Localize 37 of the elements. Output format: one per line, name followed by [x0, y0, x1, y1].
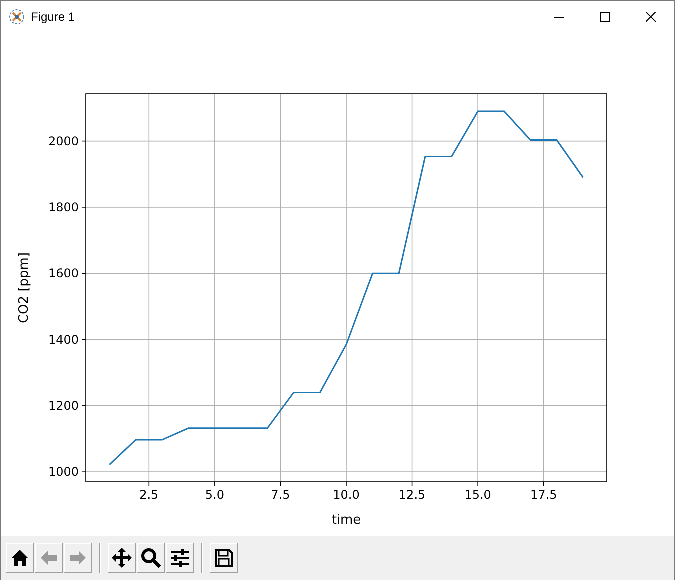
axis-label: time — [332, 513, 362, 528]
sliders-button[interactable] — [166, 543, 194, 573]
move-button[interactable] — [108, 543, 136, 573]
floppy-disk-button[interactable] — [210, 543, 238, 573]
move-icon — [111, 547, 133, 569]
tick-mark — [82, 273, 86, 274]
tick-label: 1200 — [48, 398, 79, 413]
axis-label: CO2 [ppm] — [17, 252, 32, 324]
tick-mark — [412, 482, 413, 486]
tick-label: 1400 — [48, 332, 79, 347]
tick-mark — [543, 482, 544, 486]
tick-label: 1800 — [48, 200, 79, 214]
search-icon — [140, 547, 162, 569]
tick-mark — [280, 482, 282, 486]
tick-label: 1000 — [48, 465, 79, 480]
tick-mark — [82, 339, 86, 340]
tick-label: 7.5 — [271, 488, 290, 502]
maximize-icon — [600, 12, 610, 22]
tick-label: 5.0 — [205, 488, 224, 502]
window-title: Figure 1 — [31, 9, 76, 26]
tick-mark — [82, 140, 86, 142]
tick-mark — [148, 482, 150, 486]
tick-mark — [214, 482, 216, 486]
home-button[interactable] — [6, 543, 34, 573]
tick-label: 2.5 — [140, 488, 159, 502]
tick-label: 10.0 — [333, 488, 360, 502]
close-icon — [646, 12, 656, 22]
sliders-icon — [169, 547, 191, 569]
tick-mark — [82, 207, 86, 208]
tick-label: 1600 — [48, 266, 79, 281]
tick-label: 15.0 — [464, 488, 492, 502]
tick-label: 17.5 — [530, 488, 558, 502]
app-icon — [9, 9, 25, 25]
tick-label: 2000 — [48, 134, 79, 148]
tick-mark — [346, 482, 347, 486]
search-button[interactable] — [137, 543, 165, 573]
tick-label: 12.5 — [398, 488, 426, 502]
